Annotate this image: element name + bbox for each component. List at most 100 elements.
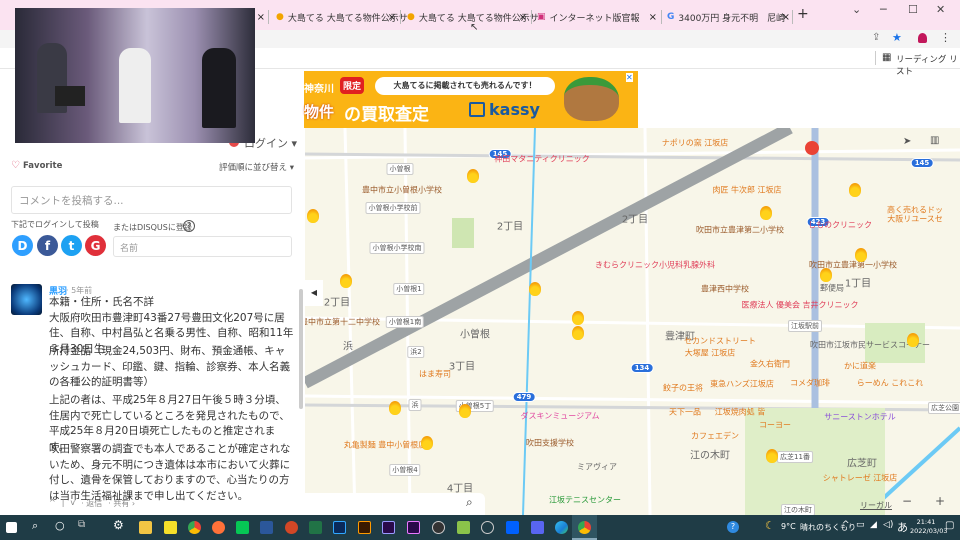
help-icon[interactable]: ? — [183, 220, 195, 232]
ime-indicator[interactable]: あ — [897, 519, 908, 535]
ad-close-button[interactable]: ✕ — [626, 73, 633, 82]
poi-label[interactable]: 天下一品 — [669, 407, 701, 418]
dropbox-icon[interactable] — [506, 521, 519, 534]
fire-marker-icon[interactable] — [572, 311, 584, 325]
poi-label[interactable]: 金久右衛門 — [750, 359, 790, 370]
share-icon[interactable]: ⇪ — [872, 32, 880, 43]
commenter-avatar[interactable] — [11, 284, 42, 315]
sort-dropdown[interactable]: 評価順に並び替え ▾ — [219, 161, 294, 173]
notification-center-icon[interactable]: ▢ — [945, 520, 954, 531]
fire-marker-icon[interactable] — [421, 436, 433, 450]
poi-label[interactable]: 豊中市立第十二中学校 — [305, 317, 380, 328]
poi-label[interactable]: カフェエデン — [691, 431, 739, 442]
disqus-register-link[interactable]: またはDISQUSに登録 — [113, 222, 192, 233]
tab-close-button[interactable]: × — [388, 12, 396, 23]
map-search-input[interactable]: ⌕ — [305, 493, 485, 515]
scrollbar[interactable] — [299, 289, 303, 409]
network-icon[interactable]: ◢ — [870, 520, 877, 530]
poi-label[interactable]: 郵便局 — [820, 283, 844, 294]
poi-label[interactable]: ナポリの窯 江坂店 — [662, 138, 729, 149]
search-icon[interactable]: ⌕ — [466, 495, 473, 510]
disqus-login-icon[interactable]: D — [12, 235, 33, 256]
chrome-icon[interactable] — [188, 521, 201, 534]
fire-marker-icon[interactable] — [760, 206, 772, 220]
map-type-icon[interactable]: ▥ — [930, 135, 939, 146]
poi-label[interactable]: 江坂焼肉処 皆 — [715, 407, 766, 418]
fire-marker-icon[interactable] — [766, 449, 778, 463]
poi-label[interactable]: 大塚屋 江坂店 — [685, 348, 736, 359]
fire-marker-icon[interactable] — [849, 183, 861, 197]
poi-label[interactable]: 丸亀製麺 豊中小曽根店 — [344, 440, 427, 451]
poi-label[interactable]: 吹田市立豊津第二小学校 — [696, 225, 784, 236]
legal-link[interactable]: リーガル — [860, 500, 892, 511]
help-icon[interactable]: ? — [727, 521, 739, 533]
edge-icon[interactable] — [555, 521, 568, 534]
tab-google-search[interactable]: G 3400万円 身元不明 尼崎 × — [667, 6, 790, 28]
poi-label[interactable]: 江坂テニスセンター — [549, 495, 621, 506]
new-tab-button[interactable]: + — [797, 3, 809, 25]
map-view[interactable]: 145 神田マタニティクリニック 小曽根 豊中市立小曽根小学校 小曽根小学校前 … — [305, 128, 960, 515]
illustrator-icon[interactable] — [358, 521, 371, 534]
sticky-notes-icon[interactable] — [164, 521, 177, 534]
maximize-button[interactable]: ☐ — [908, 3, 918, 16]
downvote-button[interactable]: v — [70, 498, 75, 509]
tab-close-button[interactable]: × — [782, 12, 790, 23]
upvote-button[interactable]: ^ — [49, 498, 56, 509]
chrome-active-button[interactable] — [572, 515, 597, 540]
fire-marker-icon[interactable] — [307, 209, 319, 223]
tab-close-button[interactable]: × — [255, 6, 265, 28]
settings-gear-icon[interactable]: ⚙ — [113, 518, 124, 532]
firefox-icon[interactable] — [212, 521, 225, 534]
bookmark-star-icon[interactable]: ★ — [892, 31, 902, 44]
tab-kanpo[interactable]: ▣ インターネット版官報 × — [537, 6, 657, 28]
favorite-button[interactable]: Favorite — [23, 161, 62, 171]
name-input[interactable]: 名前 — [113, 236, 292, 257]
comment-input[interactable]: コメントを投稿する... — [11, 186, 292, 214]
search-icon[interactable]: ⌕ — [32, 519, 38, 533]
cortana-icon[interactable]: ○ — [55, 519, 65, 532]
facebook-login-icon[interactable]: f — [37, 235, 58, 256]
xbox-icon[interactable] — [481, 521, 494, 534]
reading-list-button[interactable]: リーディング リスト — [896, 53, 960, 77]
fire-marker-icon[interactable] — [389, 401, 401, 415]
zoom-out-button[interactable]: − — [902, 494, 912, 508]
poi-label[interactable]: 肉匠 牛次郎 江坂店 — [712, 185, 781, 196]
poi-label[interactable]: 大阪リユースセ — [887, 214, 943, 225]
tray-device-icon[interactable]: ▭ — [856, 520, 865, 530]
poi-label[interactable]: コメダ珈琲 — [790, 378, 830, 389]
profile-avatar-icon[interactable] — [918, 33, 927, 43]
minimize-button[interactable]: ─ — [880, 3, 887, 16]
fire-marker-icon[interactable] — [820, 268, 832, 282]
poi-label[interactable]: ダスキンミュージアム — [520, 411, 599, 422]
poi-label[interactable]: 豊津西中学校 — [701, 284, 749, 295]
poi-label[interactable]: 東急ハンズ江坂店 — [710, 379, 774, 390]
discord-icon[interactable] — [531, 521, 544, 534]
fire-marker-icon[interactable] — [467, 169, 479, 183]
fire-marker-icon[interactable] — [572, 326, 584, 340]
collapse-panel-button[interactable]: ◀ — [305, 280, 323, 306]
poi-label[interactable]: きむらクリニック小児科乳腺外科 — [595, 260, 715, 271]
poi-label[interactable]: 豊中市立小曽根小学校 — [362, 185, 442, 196]
clock[interactable]: 21:41 2022/03/03 — [910, 518, 947, 536]
poi-label[interactable]: しものクリニック — [808, 220, 872, 231]
poi-label[interactable]: はま寿司 — [419, 369, 451, 380]
fire-marker-icon[interactable] — [907, 333, 919, 347]
tab-oshimaland-2[interactable]: ● 大島てる 大島てる物件公示サ × — [407, 6, 539, 28]
poi-label[interactable]: サニーストンホテル — [824, 412, 896, 423]
poi-label[interactable]: シャトレーゼ 江坂店 — [823, 473, 898, 484]
tray-chevron-icon[interactable]: ^ — [842, 520, 850, 530]
menu-kebab-icon[interactable]: ⋮ — [940, 31, 951, 44]
locate-me-icon[interactable]: ➤ — [903, 136, 911, 147]
tab-search-chevron-icon[interactable]: ⌄ — [852, 3, 861, 16]
poi-label[interactable]: 医療法人 優美会 吉井クリニック — [741, 300, 858, 311]
close-window-button[interactable]: ✕ — [936, 3, 945, 16]
poi-label[interactable]: 神田マタニティクリニック — [494, 154, 590, 165]
poi-label[interactable]: 吹田支援学校 — [526, 438, 574, 449]
twitter-login-icon[interactable]: t — [61, 235, 82, 256]
line-icon[interactable] — [236, 521, 249, 534]
fire-marker-icon[interactable] — [459, 404, 471, 418]
excel-icon[interactable] — [309, 521, 322, 534]
poi-label[interactable]: 餃子の王将 — [663, 383, 703, 394]
weather-temp[interactable]: 9°C — [781, 522, 796, 531]
premiere-rush-icon[interactable] — [382, 521, 395, 534]
